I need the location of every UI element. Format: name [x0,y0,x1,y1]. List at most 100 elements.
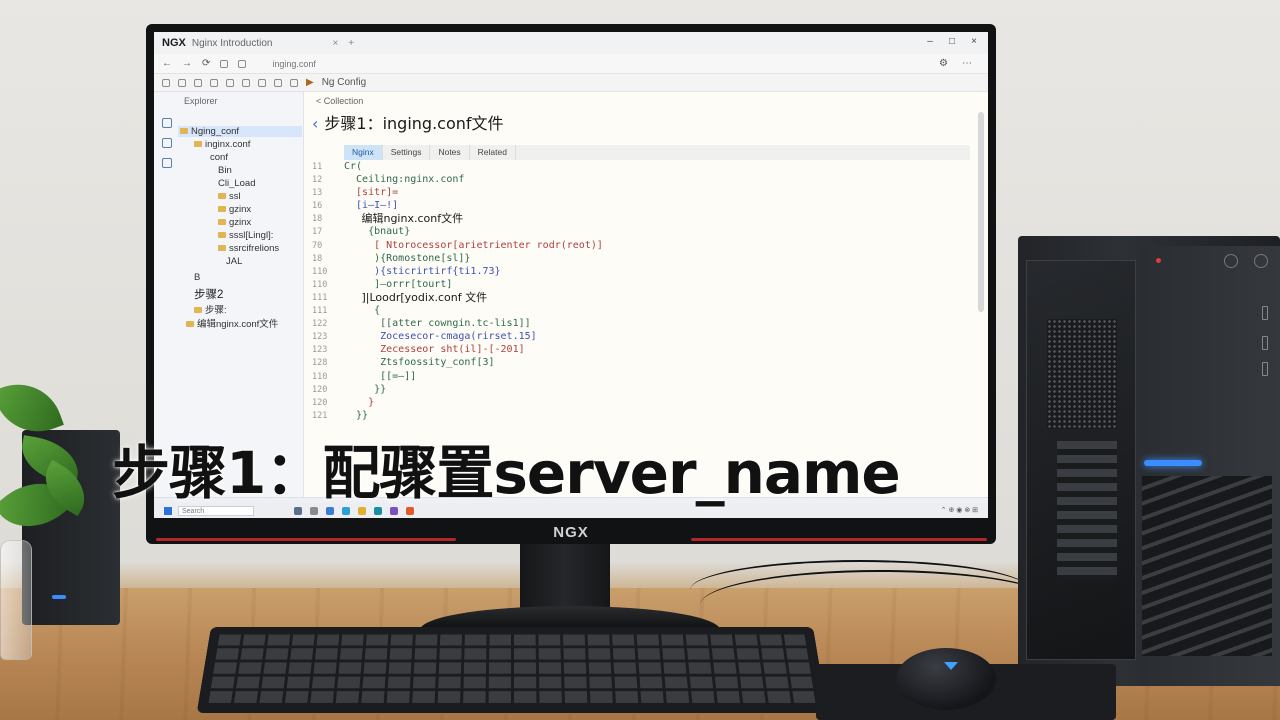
cut-icon[interactable] [226,78,234,87]
chevron-left-icon[interactable]: ‹ [312,114,318,133]
tree-item-label: Bin [218,165,232,176]
pc-tower [1018,236,1280,686]
folder-icon [186,321,194,327]
folder-icon [218,232,226,238]
tree-item[interactable]: inginx.conf [194,139,250,150]
code-line[interactable]: 编辑nginx.conf文件 [344,212,603,225]
power-button[interactable] [1224,254,1238,268]
more-icon[interactable]: ⋯ [962,58,972,69]
tree-item[interactable]: gzinx [218,217,251,228]
line-number: 18 [312,214,323,225]
tree-item[interactable]: JAL [226,256,242,267]
tree-item[interactable]: B [194,272,200,283]
close-window-icon[interactable]: × [968,36,980,48]
minimize-icon[interactable]: – [924,36,936,48]
line-number: 120 [312,397,328,408]
tab-settings[interactable]: Settings [383,145,431,160]
code-line[interactable]: [[atter cowngin.tc-lis1]] [344,317,603,330]
code-line[interactable]: ]|Loodr[yodix.conf 文件 [344,291,603,304]
tab-notes[interactable]: Notes [430,145,470,160]
line-number: 13 [312,188,323,199]
tree-item[interactable]: 步骤: [194,302,227,316]
code-line[interactable]: {bnaut} [344,225,603,238]
folder-icon [180,128,188,134]
tree-item[interactable]: gzinx [218,204,251,215]
paste-icon[interactable] [258,78,266,87]
breadcrumb[interactable]: < Collection [316,96,363,106]
tab-title[interactable]: Nginx Introduction [192,38,273,49]
tab-nginx[interactable]: Nginx [344,145,383,160]
overlay-caption: 步骤1：配骤置server_name [112,439,901,507]
copy-icon[interactable] [242,78,250,87]
maximize-icon[interactable]: □ [946,36,958,48]
tree-item-label: ssl [229,191,241,202]
tree-item[interactable]: ssrcifrelions [218,243,279,254]
code-line[interactable]: [ Ntorocessor[arietrienter rodr(reot)] [344,239,603,252]
tree-item[interactable]: 编辑nginx.conf文件 [186,316,278,330]
tree-item-label: gzinx [229,217,252,228]
power-led [1156,258,1161,263]
bookmark-icon[interactable] [238,59,247,68]
refresh-icon[interactable]: ⟳ [202,58,210,69]
tree-item[interactable]: Nging_conf [178,126,302,137]
tree-item[interactable]: conf [210,152,228,163]
calendar-icon[interactable] [162,138,172,148]
code-line[interactable]: }} [344,409,603,422]
code-line[interactable]: ){sticrirtirf{ti1.73} [344,265,603,278]
tree-item[interactable]: Cli_Load [218,178,256,189]
code-line[interactable]: ){Romostone[sl]} [344,252,603,265]
tree-item[interactable]: Bin [218,165,232,176]
file-icon[interactable] [162,78,170,87]
page-title: ‹ 步骤1：inging.conf文件 [312,110,504,134]
extensions-icon[interactable] [162,158,172,168]
address-bar[interactable]: inging.conf [266,58,322,70]
nav-toolbar: ← → ⟳ inging.conf ⚙ ⋯ [154,54,988,74]
code-line[interactable]: ]—orrr[tourt] [344,278,603,291]
code-line[interactable]: Zecesseor sht(il]-[-201] [344,343,603,356]
close-tab-icon[interactable]: × [332,38,338,49]
settings-icon[interactable]: ⚙ [939,58,948,69]
code-line[interactable]: }} [344,383,603,396]
format-icon[interactable] [290,78,298,87]
code-line[interactable]: } [344,396,603,409]
code-line[interactable]: [[=—]] [344,370,603,383]
tree-item-label: 步骤: [205,305,227,316]
code-line[interactable]: Ceiling:nginx.conf [344,173,603,186]
folder-icon [218,193,226,199]
scrollbar[interactable] [978,112,984,312]
undo-icon[interactable] [194,78,202,87]
code-line[interactable]: Cr( [344,160,603,173]
tree-item[interactable]: sssl[Lingl]: [218,230,273,241]
code-line[interactable]: Zocesecor-cmaga(rirset.15] [344,330,603,343]
code-line[interactable]: [i—I—!] [344,199,603,212]
code-editor[interactable]: Cr( Ceiling:nginx.conf [sitr]= [i—I—!] 编… [344,160,603,422]
line-number: 128 [312,358,328,369]
save-icon[interactable] [178,78,186,87]
home-icon[interactable] [220,59,229,68]
forward-icon[interactable]: → [182,58,192,69]
explorer-icon[interactable] [162,118,172,128]
tower-slots [1057,441,1117,581]
tree-item[interactable]: ssl [218,191,241,202]
line-number: 111 [312,306,328,317]
line-number: 121 [312,410,328,421]
line-number: 123 [312,345,328,356]
new-tab-icon[interactable]: + [348,38,354,49]
tree-item-label: B [194,272,201,283]
tab-related[interactable]: Related [470,145,516,160]
line-number: 123 [312,332,328,343]
tower-vents [1142,476,1272,656]
usb-port [1262,362,1268,376]
reset-button[interactable] [1254,254,1268,268]
code-line[interactable]: { [344,304,603,317]
code-line[interactable]: [sitr]= [344,186,603,199]
run-icon[interactable]: ▶ [306,77,314,88]
redo-icon[interactable] [210,78,218,87]
back-icon[interactable]: ← [162,58,172,69]
sidebar-header: Explorer [184,96,218,106]
system-tray[interactable]: ⌃ ⊕ ◉ ⊗ ⊞ [941,506,978,514]
code-line[interactable]: Ztsfoossity_conf[3] [344,356,603,369]
tree-item[interactable]: 步骤2 [194,286,223,302]
search-icon[interactable] [274,78,282,87]
keyboard [196,627,828,713]
